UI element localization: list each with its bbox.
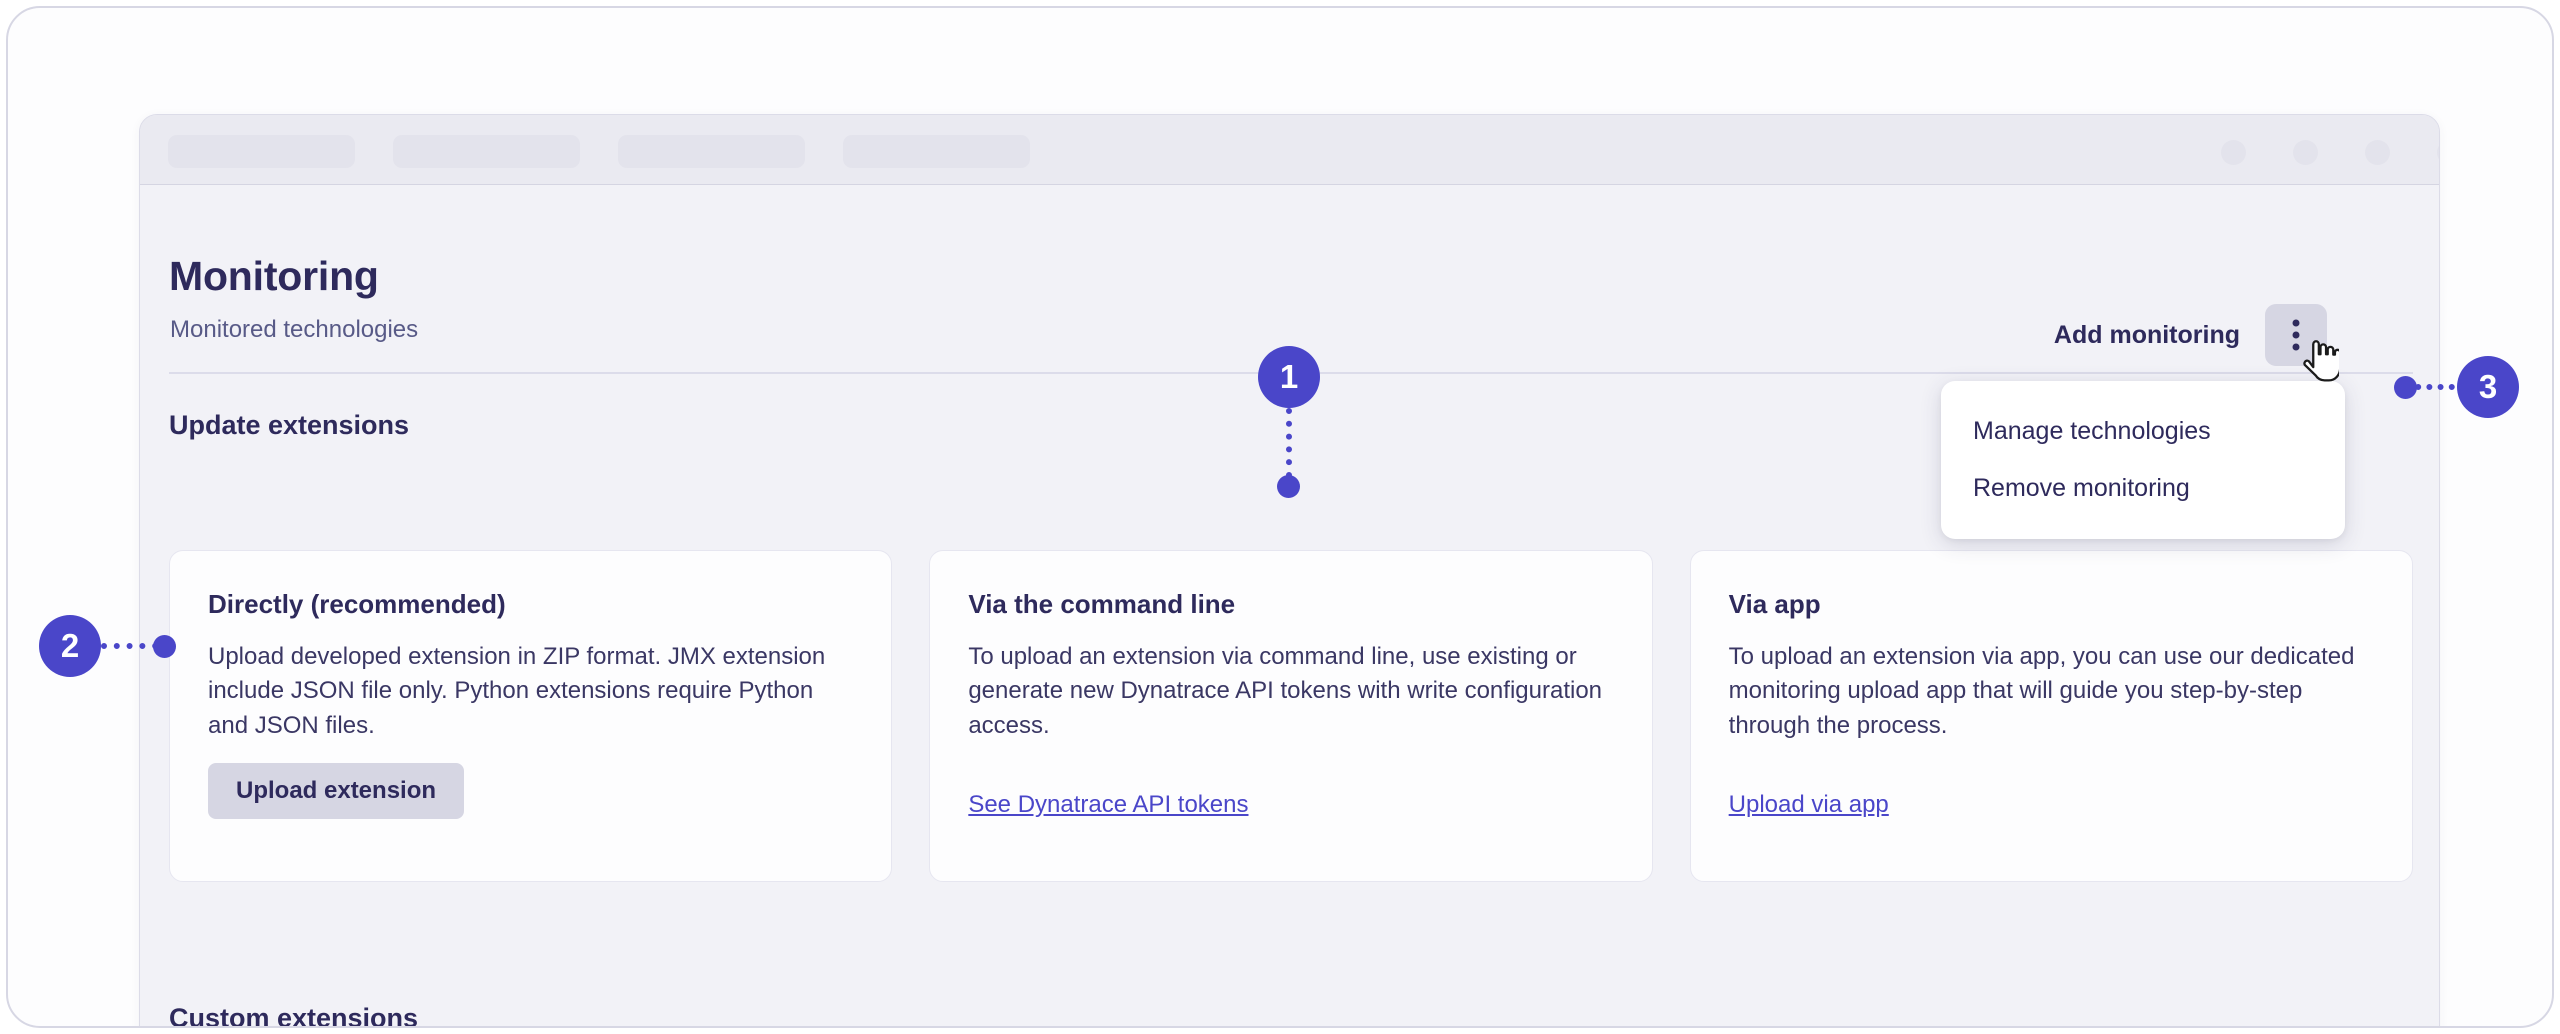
callout-badge-1: 1 bbox=[1258, 346, 1320, 408]
chrome-dot-4[interactable] bbox=[2437, 140, 2440, 165]
actions-dropdown-menu: Manage technologies Remove monitoring bbox=[1941, 381, 2345, 539]
window-content: Monitoring Monitored technologies Add mo… bbox=[140, 185, 2439, 1028]
page-subtitle: Monitored technologies bbox=[170, 316, 418, 344]
card-title: Directly (recommended) bbox=[208, 589, 853, 620]
card-action: Upload extension bbox=[208, 763, 464, 819]
card-description: Upload developed extension in ZIP format… bbox=[208, 640, 853, 743]
callout-anchor-1 bbox=[1277, 475, 1300, 498]
card-title: Via app bbox=[1729, 589, 2374, 620]
card-description: To upload an extension via app, you can … bbox=[1729, 640, 2374, 743]
add-monitoring-button[interactable]: Add monitoring bbox=[2054, 321, 2240, 350]
page-title: Monitoring bbox=[169, 253, 379, 300]
upload-via-app-link[interactable]: Upload via app bbox=[1729, 791, 1889, 818]
update-extensions-card-row: Directly (recommended) Upload developed … bbox=[169, 550, 2413, 882]
card-description: To upload an extension via command line,… bbox=[968, 640, 1613, 743]
chrome-dot-1[interactable] bbox=[2221, 140, 2246, 165]
upload-extension-button[interactable]: Upload extension bbox=[208, 763, 464, 819]
chrome-dot-2[interactable] bbox=[2293, 140, 2318, 165]
callout-line-1 bbox=[1286, 408, 1292, 478]
kebab-menu-icon bbox=[2293, 320, 2300, 351]
card-title: Via the command line bbox=[968, 589, 1613, 620]
screenshot-frame: Monitoring Monitored technologies Add mo… bbox=[6, 6, 2554, 1028]
callout-anchor-3 bbox=[2394, 376, 2417, 399]
menu-item-manage-technologies[interactable]: Manage technologies bbox=[1941, 403, 2345, 460]
window-chrome bbox=[140, 115, 2439, 185]
card-action: Upload via app bbox=[1729, 791, 1889, 819]
card-action: See Dynatrace API tokens bbox=[968, 791, 1248, 819]
callout-badge-3: 3 bbox=[2457, 356, 2519, 418]
chrome-tab-placeholder-3[interactable] bbox=[618, 135, 805, 168]
callout-anchor-2 bbox=[153, 635, 176, 658]
chrome-tab-placeholder-4[interactable] bbox=[843, 135, 1030, 168]
callout-badge-2: 2 bbox=[39, 615, 101, 677]
card-command-line: Via the command line To upload an extens… bbox=[929, 550, 1652, 882]
card-directly: Directly (recommended) Upload developed … bbox=[169, 550, 892, 882]
chrome-dot-3[interactable] bbox=[2365, 140, 2390, 165]
chrome-tab-placeholder-2[interactable] bbox=[393, 135, 580, 168]
custom-extensions-heading: Custom extensions bbox=[169, 1003, 418, 1028]
card-via-app: Via app To upload an extension via app, … bbox=[1690, 550, 2413, 882]
app-window: Monitoring Monitored technologies Add mo… bbox=[139, 114, 2440, 1028]
chrome-tab-placeholder-1[interactable] bbox=[168, 135, 355, 168]
more-actions-button[interactable] bbox=[2265, 304, 2327, 366]
menu-item-remove-monitoring[interactable]: Remove monitoring bbox=[1941, 460, 2345, 517]
see-dynatrace-api-tokens-link[interactable]: See Dynatrace API tokens bbox=[968, 791, 1248, 818]
update-extensions-heading: Update extensions bbox=[169, 410, 409, 441]
